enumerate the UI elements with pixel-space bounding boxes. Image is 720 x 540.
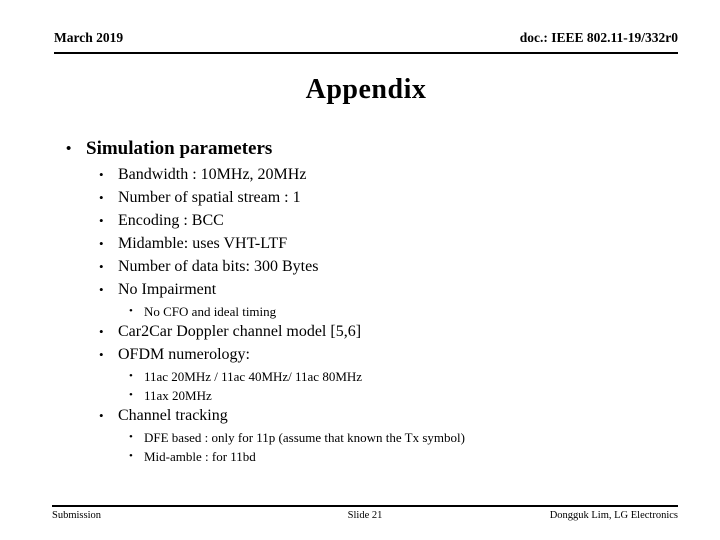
bullet-marker-icon: •	[129, 370, 133, 382]
bullet-item-level-3: • DFE based : only for 11p (assume that k…	[129, 428, 678, 447]
bullet-item-level-2: • Midamble: uses VHT-LTF	[99, 233, 678, 256]
page-title: Appendix	[305, 74, 427, 105]
bullet-text: Bandwidth : 10MHz, 20MHz	[118, 166, 307, 183]
bullet-text: Number of spatial stream : 1	[118, 189, 301, 206]
bullet-item-level-2: • Number of data bits: 300 Bytes	[99, 256, 678, 279]
bullet-text: Number of data bits: 300 Bytes	[118, 258, 319, 275]
bullet-text: No CFO and ideal timing	[144, 304, 277, 319]
bullet-text: Mid-amble : for 11bd	[144, 449, 256, 464]
bullet-marker-icon: •	[99, 167, 104, 182]
bullet-marker-icon: •	[99, 324, 104, 339]
bullet-text: OFDM numerology:	[118, 346, 250, 363]
bullet-marker-icon: •	[99, 213, 104, 228]
bullet-item-level-2: • Bandwidth : 10MHz, 20MHz	[99, 164, 678, 187]
bullet-marker-icon: •	[99, 190, 104, 205]
bullet-item-level-3: • 11ac 20MHz / 11ac 40MHz/ 11ac 80MHz	[129, 367, 678, 386]
bullet-marker-icon: •	[129, 389, 133, 401]
bullet-marker-icon: •	[66, 141, 72, 157]
bullet-item-level-2: • Channel tracking	[99, 405, 678, 428]
bullet-item-level-2: • OFDM numerology:	[99, 344, 678, 367]
bullet-item-level-3: • Mid-amble : for 11bd	[129, 447, 678, 466]
bullet-item-level-2: • Car2Car Doppler channel model [5,6]	[99, 321, 678, 344]
bullet-marker-icon: •	[129, 431, 133, 443]
header-document-id: doc.: IEEE 802.11-19/332r0	[519, 30, 678, 45]
bullet-text: DFE based : only for 11p (assume that kn…	[144, 430, 465, 445]
bullet-item-level-1: • Simulation parameters	[66, 136, 678, 164]
bullet-text: Encoding : BCC	[118, 212, 224, 229]
bullet-marker-icon: •	[99, 347, 104, 362]
bullet-text: Car2Car Doppler channel model [5,6]	[118, 323, 362, 340]
bullet-text: 11ax 20MHz	[144, 388, 212, 403]
slide-body: • Simulation parameters • Bandwidth : 10MHz…	[54, 136, 678, 466]
bullet-item-level-2: • Encoding : BCC	[99, 210, 678, 233]
bullet-text: 11ac 20MHz / 11ac 40MHz/ 11ac 80MHz	[144, 369, 363, 384]
bullet-text: Simulation parameters	[86, 138, 273, 159]
header-date: March 2019	[54, 30, 124, 45]
bullet-marker-icon: •	[129, 450, 133, 462]
slide-header: March 2019 doc.: IEEE 802.11-19/332r0	[54, 30, 678, 54]
bullet-text: Channel tracking	[118, 407, 228, 424]
bullet-text: Midamble: uses VHT-LTF	[118, 235, 288, 252]
bullet-item-level-2: • No Impairment	[99, 279, 678, 302]
bullet-marker-icon: •	[99, 408, 104, 423]
bullet-item-level-3: • 11ax 20MHz	[129, 386, 678, 405]
bullet-marker-icon: •	[99, 236, 104, 251]
bullet-item-level-3: • No CFO and ideal timing	[129, 302, 678, 321]
bullet-item-level-2: • Number of spatial stream : 1	[99, 187, 678, 210]
slide-footer: Submission Slide 21 Dongguk Lim, LG Elec…	[52, 505, 678, 527]
bullet-marker-icon: •	[99, 282, 104, 297]
bullet-marker-icon: •	[129, 305, 133, 317]
bullet-marker-icon: •	[99, 259, 104, 274]
bullet-text: No Impairment	[118, 281, 217, 298]
footer-author: Dongguk Lim, LG Electronics	[549, 510, 678, 521]
